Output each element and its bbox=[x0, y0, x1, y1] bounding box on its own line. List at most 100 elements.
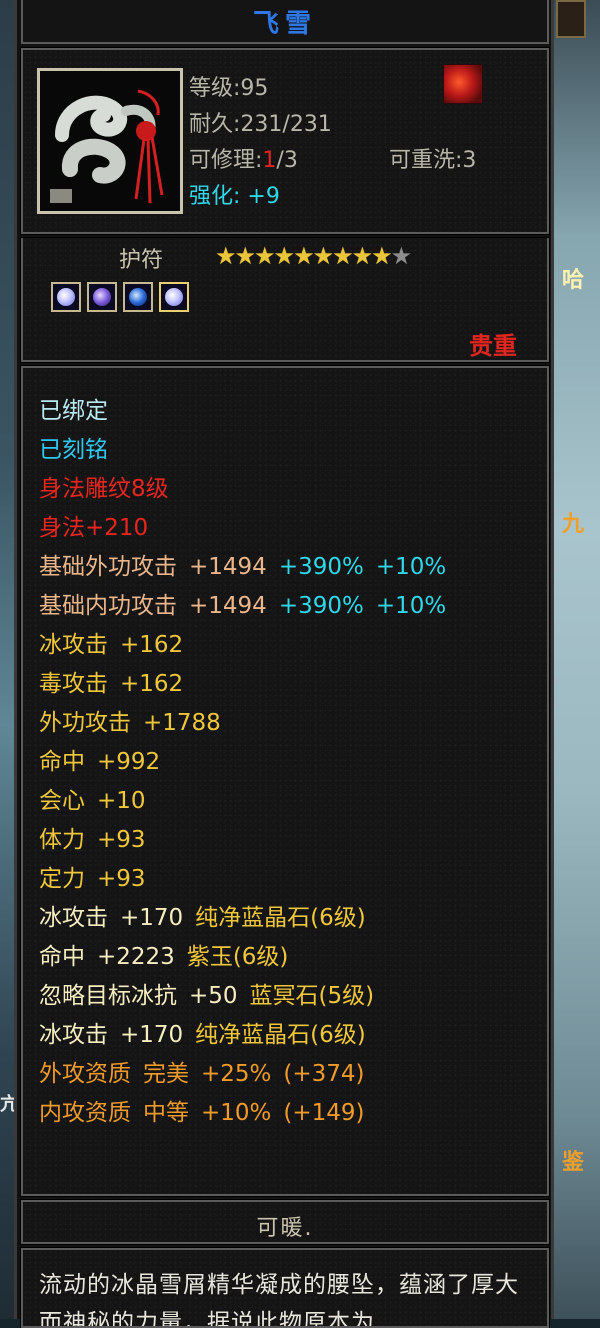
attribute-row: 外攻资质 完美 +25% (+374) bbox=[39, 1055, 446, 1094]
attribute-name: 身法雕纹8级 bbox=[39, 476, 169, 502]
attribute-name: 命中 bbox=[39, 749, 85, 775]
attribute-row: 命中 +992 bbox=[39, 743, 446, 782]
attribute-row: 内攻资质 中等 +10% (+149) bbox=[39, 1094, 446, 1133]
attribute-name: 忽略目标冰抗 bbox=[39, 983, 177, 1009]
attribute-name: 内攻资质 bbox=[39, 1100, 131, 1126]
attribute-row: 冰攻击 +170 纯净蓝晶石(6级) bbox=[39, 1016, 446, 1055]
attribute-name: 身法+210 bbox=[39, 515, 149, 541]
attribute-row: 已刻铭 bbox=[39, 431, 446, 470]
attribute-row: 命中 +2223 紫玉(6级) bbox=[39, 938, 446, 977]
repair-label: 可修理: bbox=[189, 148, 263, 173]
item-rewash: 可重洗:3 bbox=[389, 148, 477, 173]
attribute-value: +10% bbox=[375, 554, 447, 580]
socket-gems bbox=[51, 282, 189, 312]
attribute-value: +390% bbox=[278, 593, 364, 619]
attribute-value: +170 bbox=[120, 1022, 184, 1048]
attribute-name: 定力 bbox=[39, 866, 85, 892]
attribute-row: 忽略目标冰抗 +50 蓝冥石(5级) bbox=[39, 977, 446, 1016]
attribute-name: 命中 bbox=[39, 944, 85, 970]
short-description: 可暖. bbox=[256, 1216, 314, 1241]
bg-text-fragment: 九 bbox=[562, 512, 585, 537]
attribute-value: +1788 bbox=[143, 710, 221, 736]
attribute-name: 已刻铭 bbox=[39, 437, 108, 463]
attribute-row: 毒攻击 +162 bbox=[39, 665, 446, 704]
attribute-value: +170 bbox=[120, 905, 184, 931]
rarity-label: 贵重 bbox=[469, 332, 517, 360]
purple-gem-icon[interactable] bbox=[87, 282, 117, 312]
crystal-gem-icon[interactable] bbox=[159, 282, 189, 312]
star-filled-icon: ★ bbox=[254, 242, 275, 270]
item-enhance: 强化: +9 bbox=[189, 184, 280, 209]
attribute-row: 身法雕纹8级 bbox=[39, 470, 446, 509]
attribute-row: 基础内功攻击 +1494 +390% +10% bbox=[39, 587, 446, 626]
attribute-value: (+374) bbox=[283, 1061, 365, 1087]
attribute-row: 会心 +10 bbox=[39, 782, 446, 821]
jade-pendant-icon bbox=[40, 71, 180, 211]
attribute-name: 基础外功攻击 bbox=[39, 554, 177, 580]
item-type-label: 护符 bbox=[119, 248, 164, 273]
attribute-value: +10 bbox=[97, 788, 146, 814]
star-filled-icon: ★ bbox=[215, 242, 236, 270]
attribute-name: 毒攻击 bbox=[39, 671, 108, 697]
star-filled-icon: ★ bbox=[273, 242, 295, 270]
item-header: 等级:95 耐久:231/231 可修理:1/3 可重洗:3 强化: +9 bbox=[20, 47, 550, 235]
attribute-row: 冰攻击 +170 纯净蓝晶石(6级) bbox=[39, 899, 446, 938]
window-corner-button[interactable] bbox=[556, 0, 586, 38]
game-background-right: 哈 九 鉴 bbox=[554, 0, 600, 1319]
item-level: 等级:95 bbox=[189, 76, 269, 101]
attribute-value: +93 bbox=[97, 827, 146, 853]
attribute-list: 已绑定 已刻铭 身法雕纹8级 身法+210 基础外功攻击 +1494 +390% +10% 基础… bbox=[39, 392, 446, 1133]
repair-max: /3 bbox=[276, 148, 298, 173]
item-repair: 可修理:1/3 bbox=[189, 142, 298, 174]
attribute-value: 完美 bbox=[143, 1061, 189, 1087]
attribute-name: 冰攻击 bbox=[39, 632, 108, 658]
star-filled-icon: ★ bbox=[351, 242, 373, 270]
attribute-value: +992 bbox=[97, 749, 161, 775]
lore-panel: 流动的冰晶雪屑精华凝成的腰坠，蕴涵了厚大而神秘的力量，据说此物原本为 bbox=[20, 1247, 550, 1328]
attribute-value: 纯净蓝晶石(6级) bbox=[195, 905, 366, 931]
attribute-name: 体力 bbox=[39, 827, 85, 853]
attribute-name: 基础内功攻击 bbox=[39, 593, 177, 619]
attribute-value: +1494 bbox=[189, 593, 267, 619]
attribute-value: 紫玉(6级) bbox=[186, 944, 289, 970]
star-filled-icon: ★ bbox=[332, 242, 353, 270]
star-filled-icon: ★ bbox=[234, 242, 256, 270]
star-rating: ★★★★★★★★★★ bbox=[215, 242, 412, 270]
tooltip-title-bar: 飞雪 bbox=[21, 0, 549, 44]
star-filled-icon: ★ bbox=[293, 242, 314, 270]
fire-badge-icon bbox=[443, 64, 483, 104]
attribute-name: 外功攻击 bbox=[39, 710, 131, 736]
attribute-value: +93 bbox=[97, 866, 146, 892]
attribute-name: 会心 bbox=[39, 788, 85, 814]
attribute-panel: 已绑定 已刻铭 身法雕纹8级 身法+210 基础外功攻击 +1494 +390% +10% 基础… bbox=[20, 365, 550, 1197]
crystal-gem-icon[interactable] bbox=[51, 282, 81, 312]
star-empty-icon: ★ bbox=[390, 242, 412, 270]
attribute-row: 已绑定 bbox=[39, 392, 446, 431]
attribute-value: +10% bbox=[375, 593, 447, 619]
item-tooltip: 飞雪 等级:95 耐久:231/231 可修理:1/3 可重洗:3 强化: +9… bbox=[14, 0, 554, 1328]
attribute-row: 体力 +93 bbox=[39, 821, 446, 860]
blue-gem-icon[interactable] bbox=[123, 282, 153, 312]
attribute-row: 外功攻击 +1788 bbox=[39, 704, 446, 743]
attribute-value: +162 bbox=[120, 632, 184, 658]
attribute-value: (+149) bbox=[283, 1100, 365, 1126]
attribute-value: 纯净蓝晶石(6级) bbox=[195, 1022, 366, 1048]
item-icon[interactable] bbox=[37, 68, 183, 214]
attribute-value: +10% bbox=[201, 1100, 272, 1126]
attribute-value: +50 bbox=[189, 983, 238, 1009]
attribute-row: 身法+210 bbox=[39, 509, 446, 548]
attribute-row: 冰攻击 +162 bbox=[39, 626, 446, 665]
attribute-value: +390% bbox=[278, 554, 364, 580]
star-filled-icon: ★ bbox=[312, 242, 334, 270]
repair-used: 1 bbox=[262, 148, 277, 173]
attribute-value: +162 bbox=[120, 671, 184, 697]
attribute-value: 中等 bbox=[143, 1100, 189, 1126]
bg-text-fragment: 鉴 bbox=[562, 1150, 585, 1175]
attribute-value: +1494 bbox=[189, 554, 267, 580]
attribute-name: 冰攻击 bbox=[39, 1022, 108, 1048]
attribute-row: 定力 +93 bbox=[39, 860, 446, 899]
attribute-value: +25% bbox=[201, 1061, 272, 1087]
short-description-panel: 可暖. bbox=[20, 1199, 550, 1245]
attribute-name: 已绑定 bbox=[39, 398, 108, 424]
bg-text-fragment: 哈 bbox=[562, 268, 585, 293]
